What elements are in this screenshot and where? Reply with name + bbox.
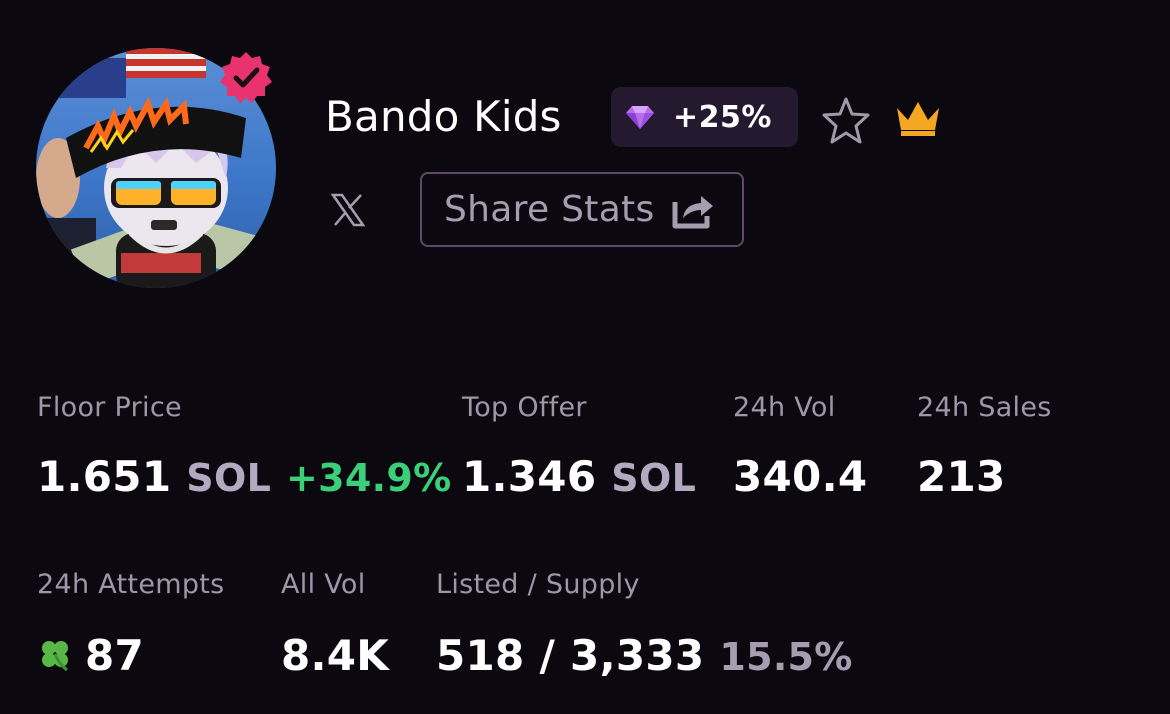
floor-price-label: Floor Price	[37, 392, 182, 423]
listed-supply-number: 518 / 3,333	[436, 631, 705, 680]
attempts-24h-number: 87	[85, 631, 145, 680]
vol-24h-label: 24h Vol	[733, 392, 836, 423]
vol-24h-value: 340.4	[733, 452, 868, 501]
top-offer-value: 1.346 SOL	[462, 452, 696, 501]
floor-price-change: +34.9%	[286, 456, 452, 500]
listed-supply-label: Listed / Supply	[436, 569, 640, 600]
listed-percent: 15.5%	[719, 635, 853, 679]
rank-change-value: +25%	[673, 99, 772, 135]
rank-change-badge[interactable]: +25%	[611, 87, 798, 147]
all-vol-value: 8.4K	[281, 631, 390, 680]
listed-supply-value: 518 / 3,333 15.5%	[436, 631, 853, 680]
sales-24h-label: 24h Sales	[917, 392, 1052, 423]
floor-price-number: 1.651	[37, 452, 172, 501]
sales-24h-value: 213	[917, 452, 1006, 501]
top-offer-unit: SOL	[611, 456, 697, 500]
floor-price-value: 1.651 SOL +34.9%	[37, 452, 452, 501]
top-offer-label: Top Offer	[462, 392, 587, 423]
crown-icon	[897, 102, 939, 136]
diamond-gem-icon	[626, 106, 654, 129]
floor-price-unit: SOL	[186, 456, 272, 500]
all-vol-label: All Vol	[281, 569, 366, 600]
clover-icon	[42, 640, 68, 671]
share-stats-label: Share Stats	[444, 189, 655, 230]
star-outline-icon[interactable]	[820, 95, 872, 147]
share-arrow-icon	[672, 195, 713, 228]
attempts-24h-value: 87	[37, 631, 144, 680]
attempts-24h-label: 24h Attempts	[37, 569, 225, 600]
collection-title: Bando Kids	[325, 92, 562, 141]
x-logo-icon[interactable]	[330, 193, 366, 227]
share-stats-button[interactable]: Share Stats	[420, 172, 744, 247]
top-offer-number: 1.346	[462, 452, 597, 501]
verified-badge-icon	[218, 50, 274, 106]
